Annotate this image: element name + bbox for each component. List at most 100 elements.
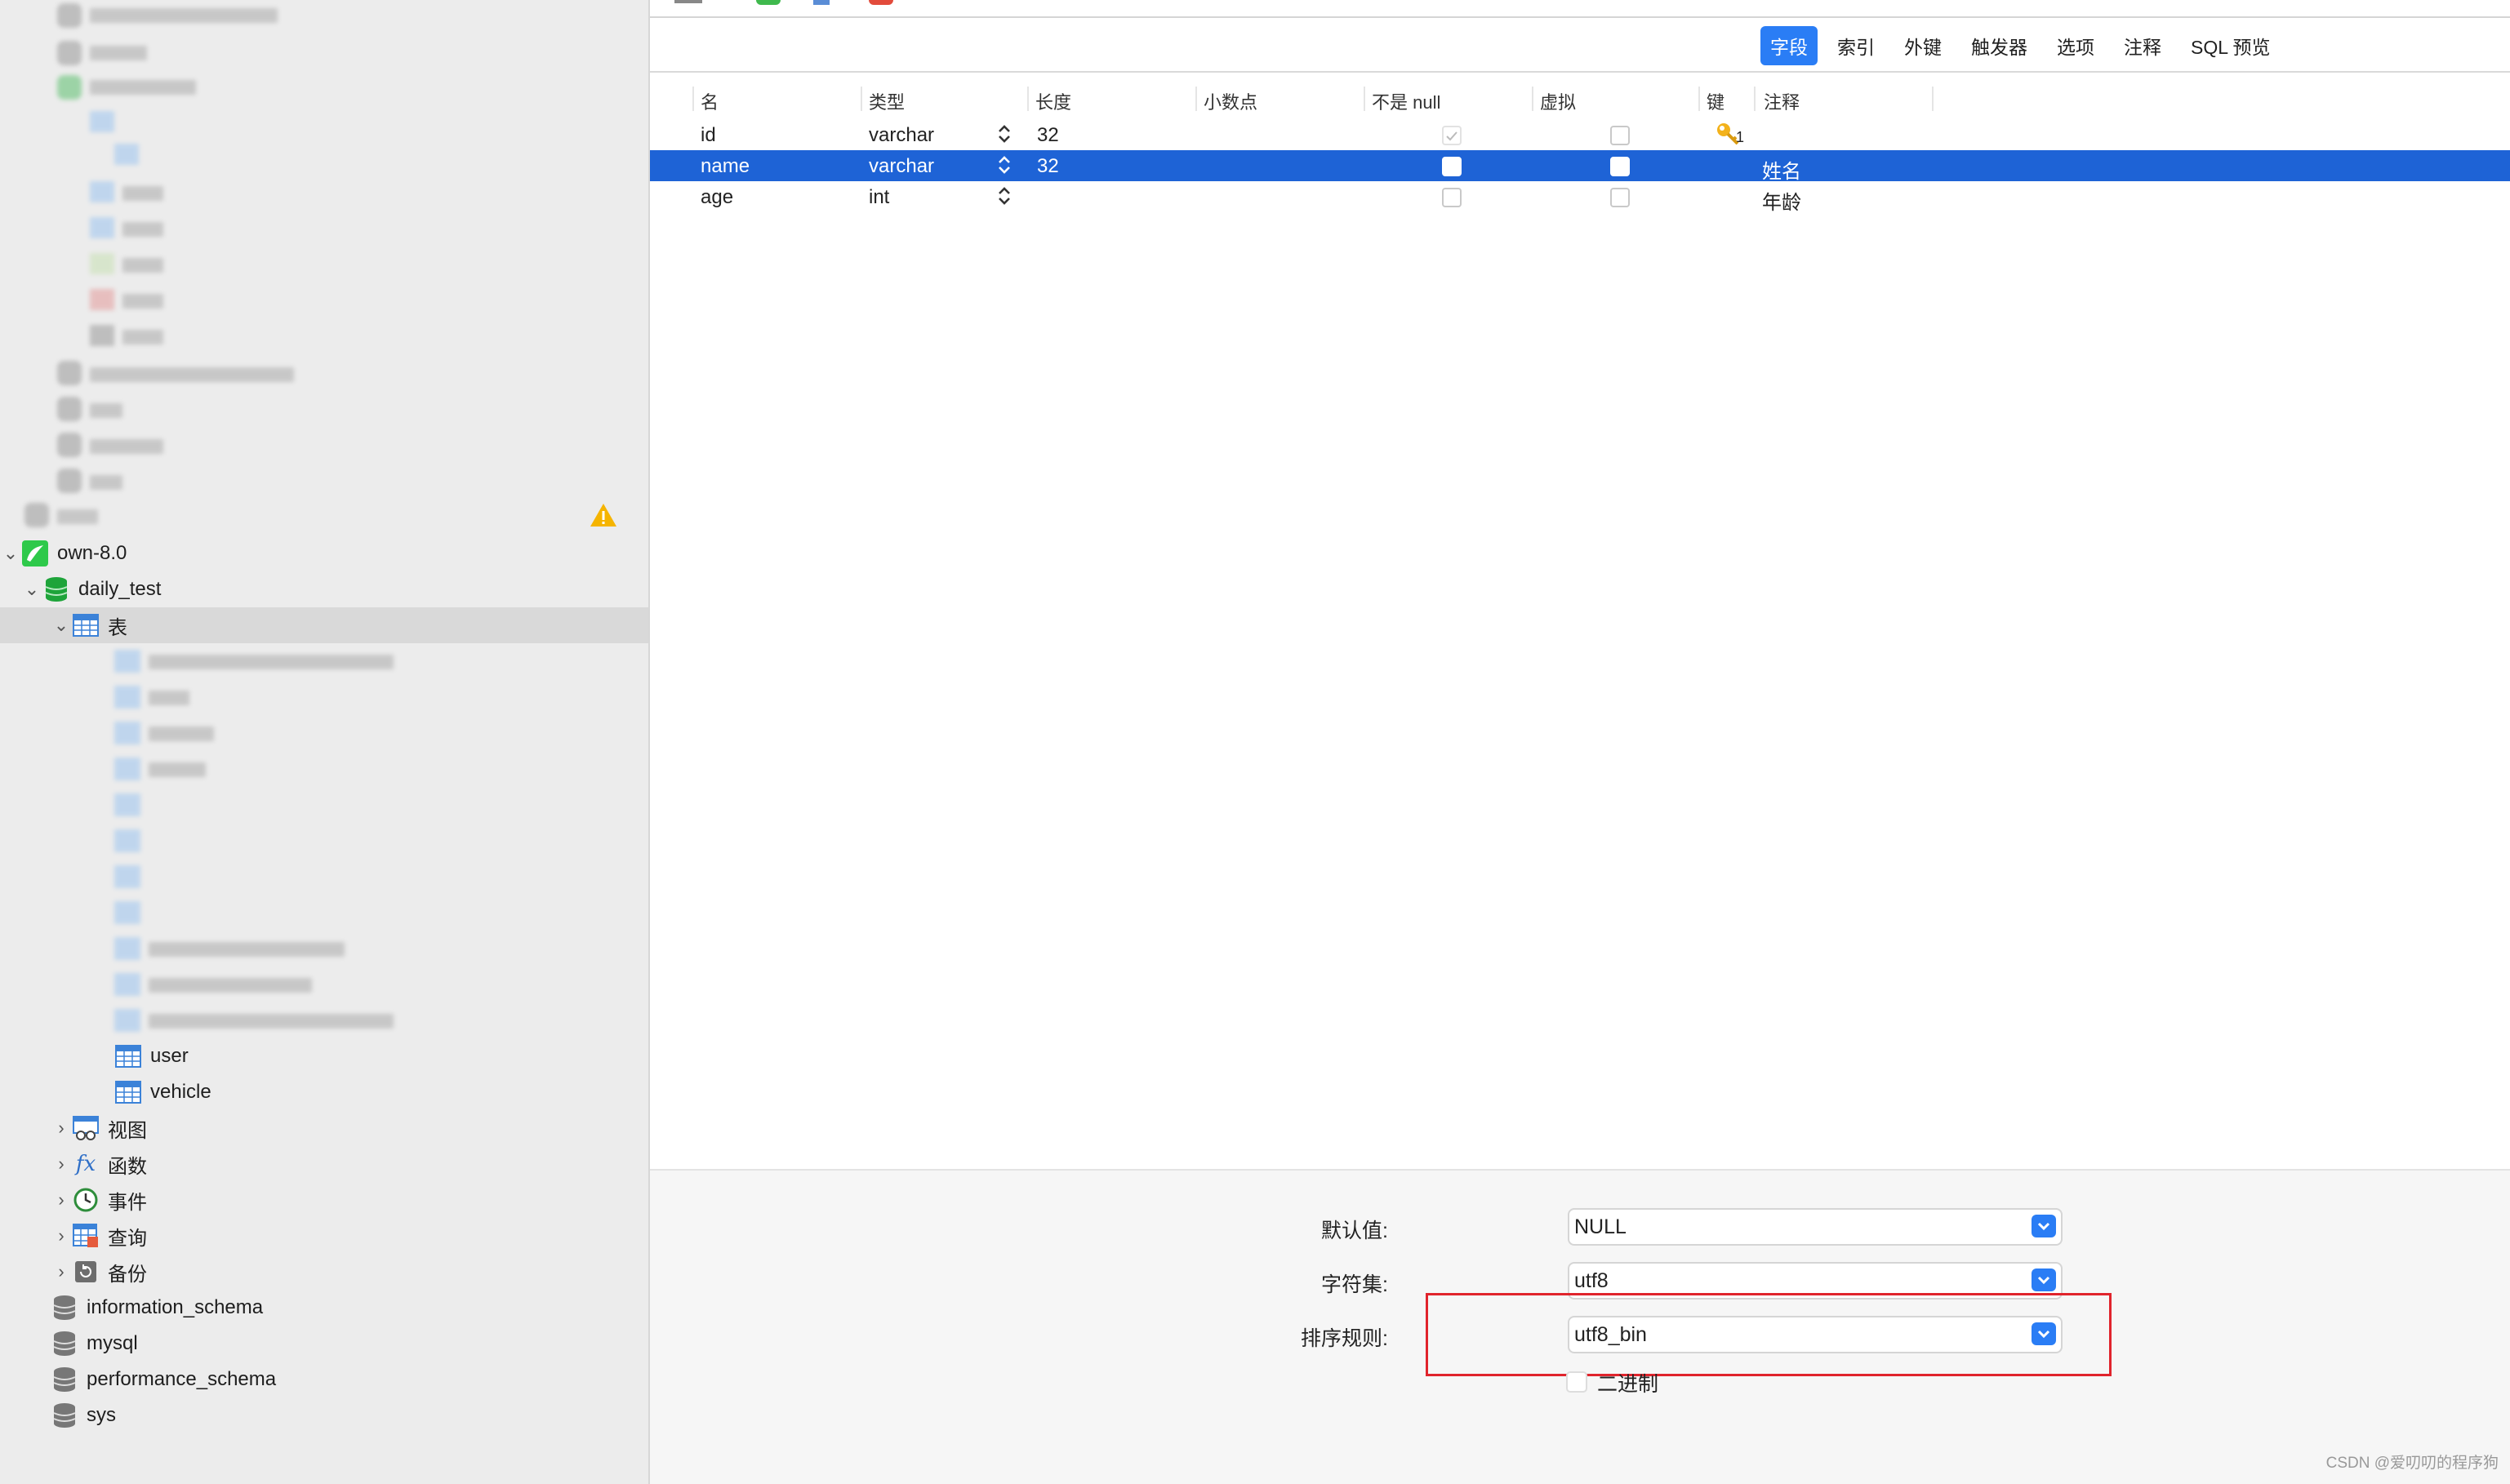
table-icon	[72, 611, 100, 639]
type-stepper-icon[interactable]	[996, 184, 1012, 207]
type-stepper-icon[interactable]	[996, 122, 1012, 145]
table-icon	[114, 1078, 142, 1106]
chevron-right-icon[interactable]: ›	[51, 1153, 72, 1175]
database-performance-schema[interactable]: performance_schema	[0, 1362, 648, 1397]
type-stepper-icon[interactable]	[996, 153, 1012, 176]
chevron-down-icon[interactable]	[2032, 1269, 2056, 1291]
default-value-select[interactable]: NULL	[1568, 1208, 2063, 1246]
queries-group[interactable]: › 查询	[0, 1218, 648, 1254]
toolbar-icon[interactable]	[756, 0, 781, 5]
database-icon	[51, 1366, 78, 1393]
database-icon	[51, 1294, 78, 1322]
field-row-id[interactable]: id varchar 32 1	[650, 119, 2510, 150]
default-label: 默认值:	[1321, 1220, 1388, 1242]
column-header-comment[interactable]: 注释	[1764, 88, 1800, 114]
column-header-not-null[interactable]: 不是 null	[1372, 88, 1440, 114]
toolbar-icon[interactable]	[869, 0, 893, 5]
highlight-annotation-box	[1426, 1293, 2112, 1376]
tab-indexes[interactable]: 索引	[1827, 26, 1885, 65]
database-mysql[interactable]: mysql	[0, 1326, 648, 1362]
tab-sql-preview[interactable]: SQL 预览	[2181, 26, 2281, 65]
field-comment[interactable]: 年龄	[1762, 186, 1801, 215]
connection-name: own-8.0	[57, 542, 127, 564]
virtual-checkbox[interactable]	[1610, 157, 1630, 176]
navigator-sidebar: ⌄ own-8.0 ⌄ daily_test ⌄ 表 user vehicle …	[0, 0, 650, 1484]
tables-group[interactable]: ⌄ 表	[0, 607, 648, 643]
divider	[650, 71, 2510, 73]
chevron-right-icon[interactable]: ›	[51, 1189, 72, 1211]
field-type[interactable]: varchar	[869, 124, 934, 147]
binary-checkbox[interactable]	[1566, 1371, 1587, 1393]
fields-grid-header: 名 类型 长度 小数点 不是 null 虚拟 键 注释	[650, 82, 2510, 116]
table-designer: 字段 索引 外键 触发器 选项 注释 SQL 预览 名 类型 长度 小数点 不是…	[650, 0, 2510, 1484]
field-row-age[interactable]: age int 年龄	[650, 181, 2510, 215]
field-length[interactable]: 32	[1037, 124, 1059, 147]
column-header-virtual[interactable]: 虚拟	[1540, 88, 1576, 114]
field-name[interactable]: age	[701, 186, 733, 209]
binary-label: 二进制	[1597, 1373, 1659, 1396]
collation-label: 排序规则:	[1301, 1327, 1388, 1350]
virtual-checkbox[interactable]	[1610, 188, 1630, 207]
table-name: user	[150, 1045, 189, 1067]
views-group[interactable]: › 视图	[0, 1110, 648, 1146]
database-icon	[51, 1330, 78, 1357]
field-length[interactable]: 32	[1037, 155, 1059, 178]
database-daily-test[interactable]: ⌄ daily_test	[0, 571, 648, 607]
backup-icon	[72, 1258, 100, 1286]
toolbar-icon[interactable]	[813, 0, 830, 5]
tab-fields[interactable]: 字段	[1760, 26, 1818, 65]
chevron-right-icon[interactable]: ›	[51, 1261, 72, 1282]
default-value: NULL	[1574, 1215, 1627, 1238]
virtual-checkbox[interactable]	[1610, 126, 1630, 145]
field-row-name[interactable]: name varchar 32 姓名	[650, 150, 2510, 184]
column-header-key[interactable]: 键	[1707, 88, 1725, 114]
column-header-name[interactable]: 名	[701, 88, 719, 114]
events-group[interactable]: › 事件	[0, 1182, 648, 1218]
clock-icon	[72, 1186, 100, 1214]
field-type[interactable]: int	[869, 186, 889, 209]
designer-tabs: 字段 索引 外键 触发器 选项 注释 SQL 预览	[1760, 26, 2281, 65]
column-header-type[interactable]: 类型	[869, 88, 905, 114]
functions-label: 函数	[108, 1155, 147, 1178]
table-icon	[114, 1042, 142, 1070]
field-type[interactable]: varchar	[869, 155, 934, 178]
view-icon	[72, 1114, 100, 1142]
database-name: daily_test	[78, 578, 162, 600]
backups-label: 备份	[108, 1263, 147, 1286]
connection-own-8[interactable]: ⌄ own-8.0	[0, 535, 648, 571]
column-header-decimal[interactable]: 小数点	[1204, 88, 1257, 114]
backups-group[interactable]: › 备份	[0, 1254, 648, 1290]
table-item-user[interactable]: user	[0, 1038, 648, 1074]
not-null-checkbox[interactable]	[1442, 188, 1462, 207]
warning-icon[interactable]	[590, 503, 617, 531]
table-item-vehicle[interactable]: vehicle	[0, 1074, 648, 1110]
key-order: 1	[1736, 129, 1745, 145]
toolbar-icon[interactable]	[674, 0, 702, 3]
table-name: vehicle	[150, 1081, 211, 1103]
column-header-length[interactable]: 长度	[1035, 88, 1071, 114]
database-sys[interactable]: sys	[0, 1397, 648, 1433]
not-null-checkbox[interactable]	[1442, 157, 1462, 176]
database-information-schema[interactable]: information_schema	[0, 1290, 648, 1326]
chevron-right-icon[interactable]: ›	[51, 1117, 72, 1139]
watermark: CSDN @爱叨叨的程序狗	[2325, 1455, 2499, 1472]
field-comment[interactable]: 姓名	[1762, 155, 1801, 184]
database-name: information_schema	[87, 1296, 264, 1318]
functions-group[interactable]: › fx 函数	[0, 1146, 648, 1182]
queries-label: 查询	[108, 1227, 147, 1250]
chevron-right-icon[interactable]: ›	[51, 1225, 72, 1246]
tab-triggers[interactable]: 触发器	[1961, 26, 2037, 65]
chevron-down-icon[interactable]: ⌄	[21, 579, 42, 600]
chevron-down-icon[interactable]: ⌄	[0, 543, 21, 564]
field-name[interactable]: id	[701, 124, 716, 147]
database-name: sys	[87, 1404, 116, 1426]
charset-value: utf8	[1574, 1269, 1609, 1292]
chevron-down-icon[interactable]: ⌄	[51, 615, 72, 636]
field-name[interactable]: name	[701, 155, 750, 178]
database-name: performance_schema	[87, 1368, 277, 1390]
tab-comment[interactable]: 注释	[2114, 26, 2171, 65]
not-null-checkbox[interactable]	[1442, 126, 1462, 145]
tab-foreign-keys[interactable]: 外键	[1894, 26, 1951, 65]
tab-options[interactable]: 选项	[2047, 26, 2104, 65]
chevron-down-icon[interactable]	[2032, 1215, 2056, 1237]
